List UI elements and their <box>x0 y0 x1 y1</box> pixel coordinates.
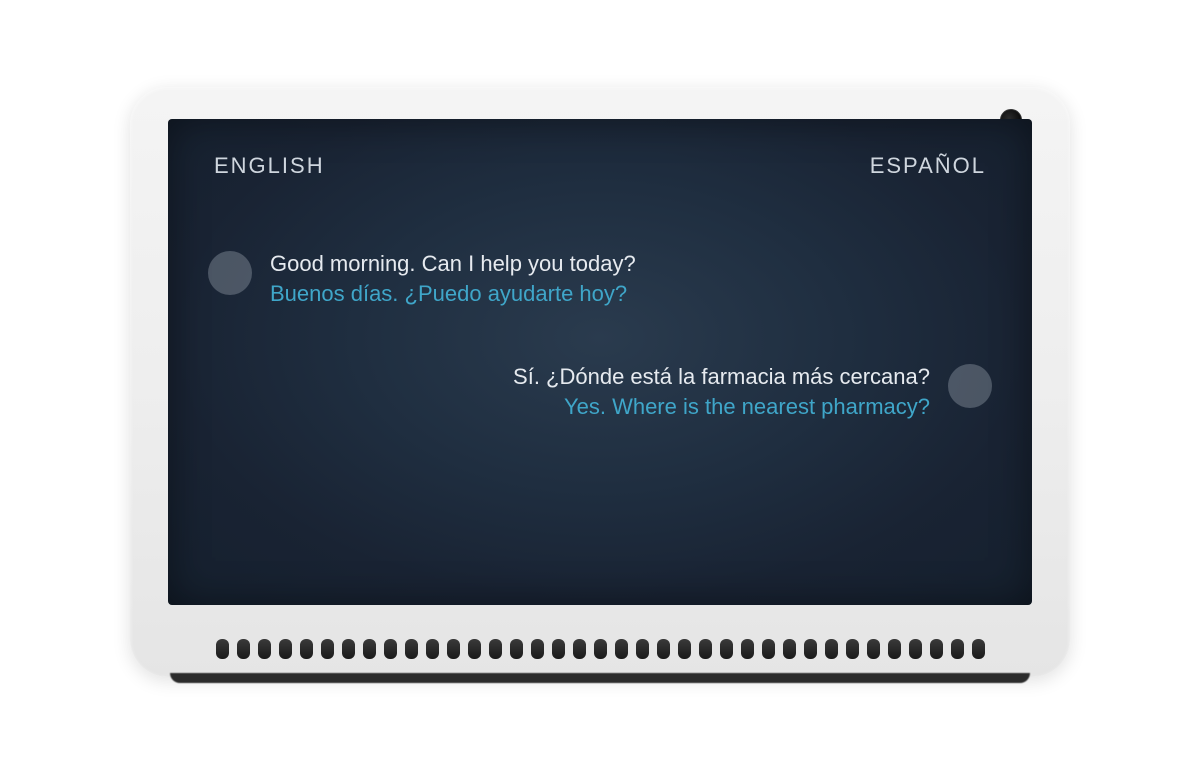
translated-text: Buenos días. ¿Puedo ayudarte hoy? <box>270 279 636 309</box>
conversation-area: Good morning. Can I help you today? Buen… <box>208 249 992 422</box>
message-text: Sí. ¿Dónde está la farmacia más cercana?… <box>513 362 930 421</box>
message-left: Good morning. Can I help you today? Buen… <box>208 249 992 308</box>
speaker-indicator-icon <box>208 251 252 295</box>
message-text: Good morning. Can I help you today? Buen… <box>270 249 636 308</box>
echo-show-device: ENGLISH ESPAÑOL Good morning. Can I help… <box>130 87 1070 677</box>
device-screen[interactable]: ENGLISH ESPAÑOL Good morning. Can I help… <box>168 119 1032 605</box>
right-language-label: ESPAÑOL <box>870 153 986 179</box>
original-text: Sí. ¿Dónde está la farmacia más cercana? <box>513 362 930 392</box>
left-language-label: ENGLISH <box>214 153 325 179</box>
original-text: Good morning. Can I help you today? <box>270 249 636 279</box>
device-base-shadow <box>170 673 1030 683</box>
language-header: ENGLISH ESPAÑOL <box>208 149 992 179</box>
speaker-indicator-icon <box>948 364 992 408</box>
speaker-grill <box>130 639 1070 659</box>
translated-text: Yes. Where is the nearest pharmacy? <box>513 392 930 422</box>
message-right: Sí. ¿Dónde está la farmacia más cercana?… <box>208 362 992 421</box>
